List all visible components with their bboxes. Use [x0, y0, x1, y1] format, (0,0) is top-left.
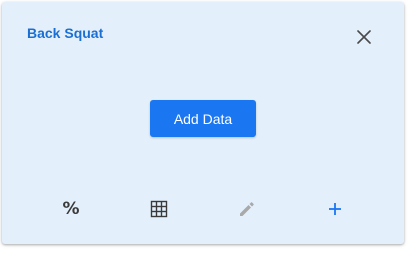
close-icon: [357, 30, 371, 44]
percent-button[interactable]: %: [60, 198, 82, 220]
pencil-icon: [240, 202, 254, 216]
grid-icon: [150, 200, 168, 218]
add-data-button[interactable]: Add Data: [150, 100, 256, 137]
exercise-card: Back Squat Add Data %: [2, 2, 404, 244]
edit-button[interactable]: [236, 198, 258, 220]
card-title: Back Squat: [27, 25, 104, 41]
plus-icon: [329, 203, 341, 215]
table-view-button[interactable]: [148, 198, 170, 220]
close-button[interactable]: [354, 27, 374, 47]
percent-icon: %: [62, 198, 80, 219]
add-button[interactable]: [324, 198, 346, 220]
